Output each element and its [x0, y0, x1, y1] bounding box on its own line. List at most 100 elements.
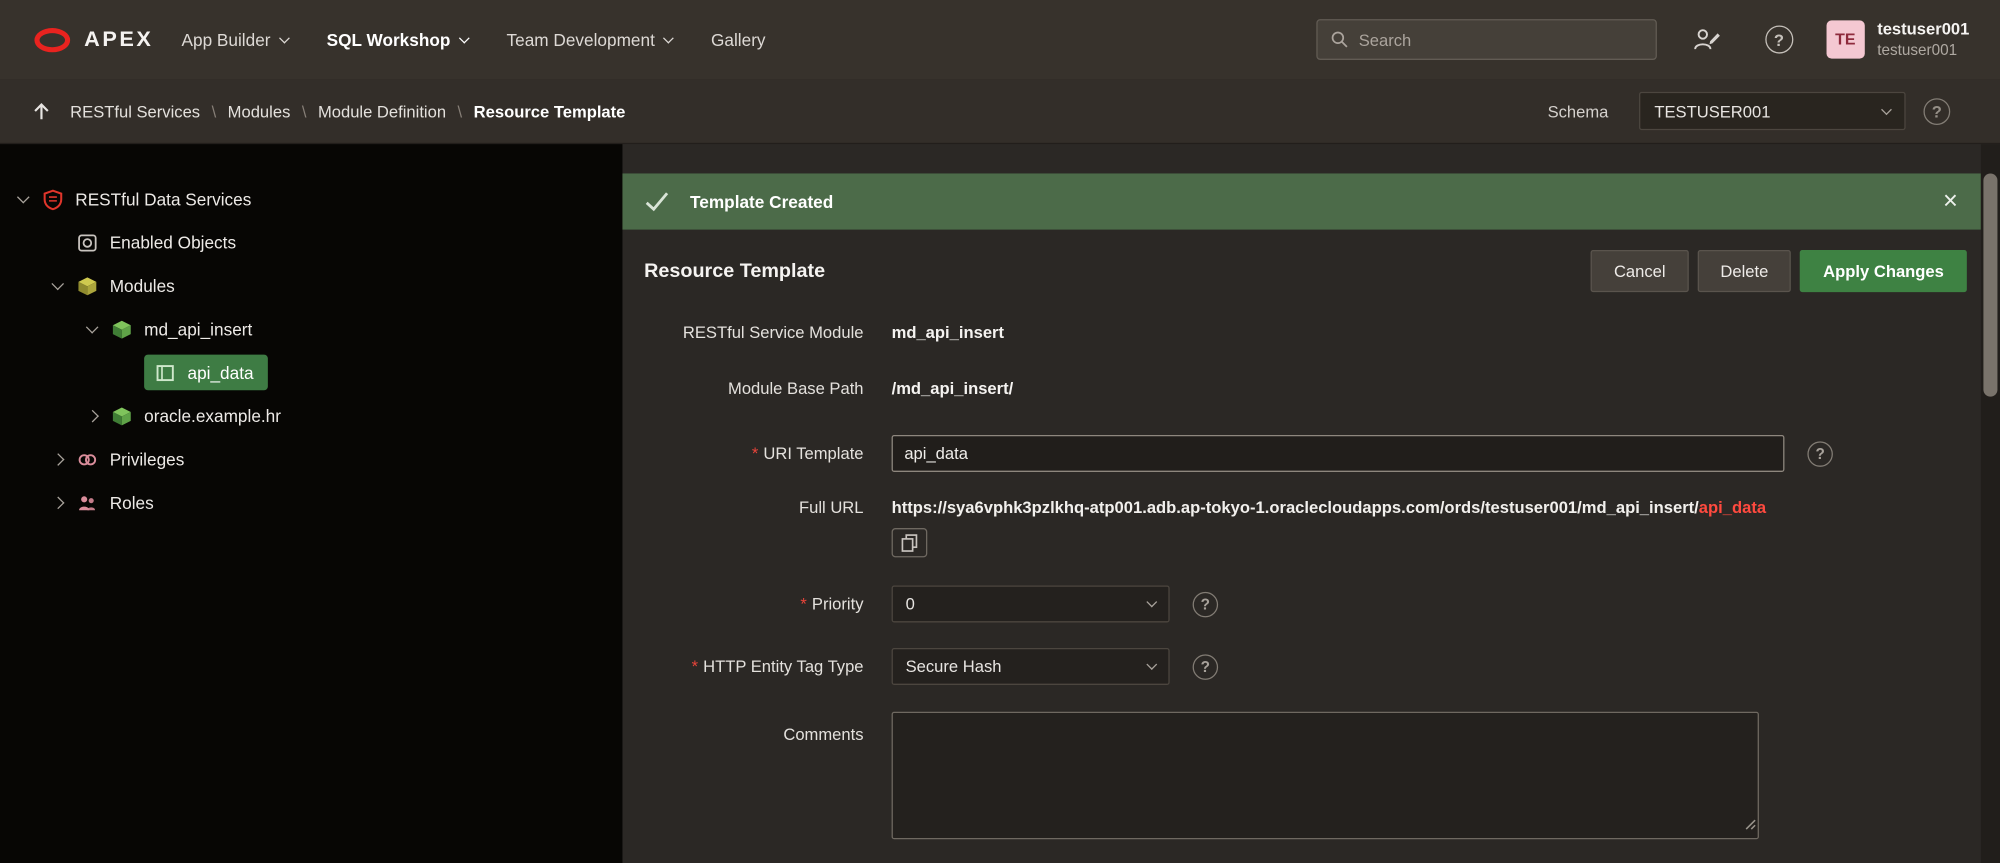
- help-button[interactable]: ?: [1764, 25, 1794, 54]
- banner-close-button[interactable]: ×: [1943, 189, 1958, 215]
- copy-url-button[interactable]: [891, 528, 928, 558]
- scrollbar-thumb[interactable]: [1983, 173, 1998, 397]
- tree-item-label: Privileges: [109, 449, 185, 469]
- question-mark-icon: ?: [1815, 444, 1825, 463]
- navbar-right: ? TE testuser001 testuser001: [1315, 19, 1969, 60]
- breadcrumb-modules[interactable]: Modules: [228, 101, 291, 120]
- top-navbar: APEX App Builder SQL Workshop Team Devel…: [0, 0, 2000, 80]
- brand-name: APEX: [84, 26, 154, 52]
- breadcrumb: RESTful Services \ Modules \ Module Defi…: [70, 101, 625, 120]
- chevron-right-icon[interactable]: [41, 453, 75, 466]
- required-marker: *: [691, 656, 699, 677]
- schema-select[interactable]: TESTUSER001: [1639, 91, 1906, 131]
- apex-logo[interactable]: APEX: [34, 27, 153, 53]
- breadcrumb-separator: \: [211, 101, 217, 121]
- comments-textarea-wrap: [891, 711, 1759, 840]
- menu-gallery-label: Gallery: [710, 29, 766, 50]
- full-url-value: https://sya6vphk3pzlkhq-atp001.adb.ap-to…: [892, 497, 1767, 516]
- tree-item-label: Enabled Objects: [109, 232, 237, 252]
- etag-help-button[interactable]: ?: [1192, 653, 1219, 680]
- roles-icon: [75, 491, 98, 514]
- copy-icon: [901, 534, 918, 552]
- up-level-button[interactable]: [31, 100, 53, 122]
- tree-item-roles[interactable]: Roles: [0, 481, 622, 524]
- vertical-scrollbar[interactable]: [1980, 144, 2000, 863]
- priority-select[interactable]: 0: [891, 585, 1170, 623]
- uri-template-input[interactable]: [891, 434, 1785, 472]
- success-banner: Template Created ×: [622, 173, 1981, 230]
- question-mark-icon: ?: [1200, 657, 1211, 676]
- enabled-objects-icon: [75, 231, 98, 254]
- breadcrumb-separator: \: [457, 101, 463, 121]
- chevron-down-icon: [1881, 103, 1892, 115]
- delete-button[interactable]: Delete: [1697, 249, 1792, 293]
- menu-gallery[interactable]: Gallery: [711, 30, 766, 49]
- apply-changes-button[interactable]: Apply Changes: [1800, 249, 1967, 293]
- tree-item-label: RESTful Data Services: [75, 189, 252, 209]
- schema-help-button[interactable]: ?: [1923, 97, 1951, 125]
- tree-item-enabled-objects[interactable]: Enabled Objects: [0, 221, 622, 264]
- module-label: RESTful Service Module: [682, 322, 864, 342]
- module-cube-icon: [110, 318, 133, 341]
- tree-item-restful-data-services[interactable]: RESTful Data Services: [0, 177, 622, 220]
- privileges-icon: [75, 448, 98, 471]
- uri-template-help-button[interactable]: ?: [1807, 440, 1833, 467]
- apex-window: APEX App Builder SQL Workshop Team Devel…: [0, 0, 2000, 863]
- comments-textarea[interactable]: [891, 711, 1759, 840]
- arrow-up-icon: [34, 102, 49, 119]
- etag-selected-value: Secure Hash: [905, 656, 1002, 677]
- admin-services-button[interactable]: [1692, 27, 1721, 53]
- chevron-down-icon: [1146, 596, 1158, 608]
- full-url-highlight: api_data: [1698, 497, 1767, 517]
- form-row-comments: Comments: [622, 711, 1980, 840]
- menu-app-builder-label: App Builder: [181, 29, 271, 50]
- tree-item-privileges[interactable]: Privileges: [0, 437, 622, 480]
- full-url-base: https://sya6vphk3pzlkhq-atp001.adb.ap-to…: [891, 497, 1699, 517]
- schema-area: Schema TESTUSER001 ?: [1547, 91, 1951, 131]
- menu-sql-workshop[interactable]: SQL Workshop: [326, 29, 470, 50]
- breadcrumb-module-definition[interactable]: Module Definition: [318, 101, 446, 120]
- user-menu[interactable]: testuser001 testuser001: [1877, 20, 1969, 60]
- menu-team-development-label: Team Development: [506, 29, 655, 50]
- close-icon: ×: [1943, 187, 1958, 216]
- chevron-down-icon: [279, 32, 290, 44]
- tree-item-label: api_data: [187, 362, 254, 383]
- page-header: Resource Template Cancel Delete Apply Ch…: [622, 249, 1980, 293]
- global-search[interactable]: [1315, 19, 1657, 60]
- banner-message: Template Created: [690, 191, 834, 212]
- schema-selected-value: TESTUSER001: [1654, 101, 1771, 121]
- priority-label-text: Priority: [811, 594, 864, 614]
- chevron-right-icon[interactable]: [75, 409, 109, 422]
- user-username: testuser001: [1877, 40, 1958, 59]
- form-row-module: RESTful Service Module md_api_insert: [622, 323, 1980, 342]
- required-marker: *: [800, 594, 807, 614]
- chevron-right-icon[interactable]: [41, 496, 75, 509]
- priority-help-button[interactable]: ?: [1192, 591, 1219, 617]
- chevron-down-icon[interactable]: [41, 277, 75, 290]
- full-url-label: Full URL: [799, 497, 864, 517]
- breadcrumb-restful-services[interactable]: RESTful Services: [70, 101, 200, 120]
- chevron-down-icon[interactable]: [6, 191, 40, 203]
- tree-item-md-api-insert[interactable]: md_api_insert: [0, 307, 622, 350]
- etag-label-text: HTTP Entity Tag Type: [703, 656, 864, 677]
- tree-item-api-data[interactable]: api_data: [0, 351, 622, 394]
- module-value: md_api_insert: [891, 322, 1005, 342]
- tree-item-oracle-example-hr[interactable]: oracle.example.hr: [0, 394, 622, 437]
- cancel-button[interactable]: Cancel: [1590, 249, 1689, 293]
- menu-app-builder[interactable]: App Builder: [181, 29, 290, 50]
- tree-selected-highlight: api_data: [144, 354, 268, 391]
- header-buttons: Cancel Delete Apply Changes: [1590, 249, 1967, 293]
- tree-item-modules[interactable]: Modules: [0, 264, 622, 307]
- main-menu: App Builder SQL Workshop Team Developmen…: [182, 30, 766, 49]
- user-avatar[interactable]: TE: [1826, 20, 1865, 59]
- form-row-priority: * Priority 0 ?: [622, 585, 1980, 623]
- question-mark-icon: ?: [1200, 595, 1211, 613]
- schema-label: Schema: [1547, 101, 1609, 121]
- etag-label: * HTTP Entity Tag Type: [622, 656, 864, 677]
- menu-sql-workshop-label: SQL Workshop: [326, 29, 451, 50]
- menu-team-development[interactable]: Team Development: [506, 29, 675, 50]
- chevron-down-icon[interactable]: [75, 321, 109, 334]
- search-input[interactable]: [1358, 29, 1643, 50]
- etag-select[interactable]: Secure Hash: [891, 647, 1170, 685]
- chevron-down-icon: [459, 32, 470, 44]
